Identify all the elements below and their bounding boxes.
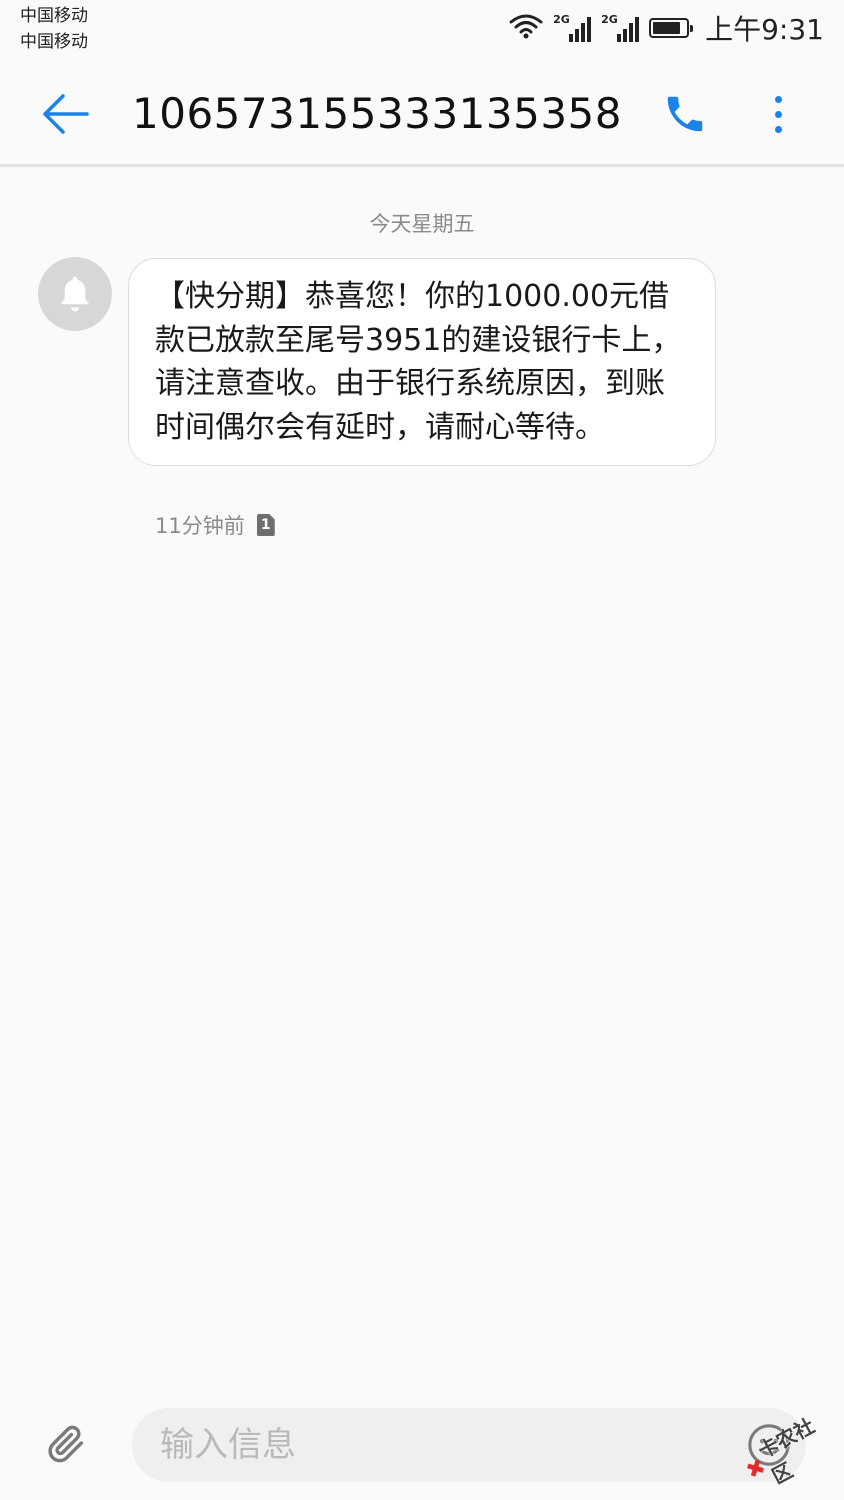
status-bar: 中国移动 中国移动 2G 2G 上午9:31	[0, 0, 844, 60]
conversation-header: 106573155333135358	[0, 60, 844, 167]
network-type-label: 2G	[553, 13, 570, 26]
emoji-button[interactable]	[744, 1420, 794, 1470]
paperclip-icon	[48, 1425, 84, 1463]
carrier-name-1: 中国移动	[20, 6, 88, 26]
bell-icon	[61, 276, 89, 312]
date-separator: 今天星期五	[369, 212, 475, 236]
emoji-icon	[748, 1424, 790, 1466]
network-type-label: 2G	[601, 13, 618, 26]
signal-icon: 2G	[553, 13, 592, 42]
back-button[interactable]	[36, 86, 96, 142]
contact-number-title: 106573155333135358	[132, 89, 622, 138]
message-input[interactable]	[132, 1408, 806, 1482]
call-button[interactable]	[655, 86, 715, 142]
attach-button[interactable]	[40, 1418, 92, 1470]
status-icons: 2G 2G 上午9:31	[509, 10, 824, 46]
more-options-button[interactable]	[752, 86, 804, 142]
message-meta: 11分钟前 1	[155, 510, 275, 540]
wifi-icon	[509, 13, 543, 43]
signal-icon: 2G	[601, 13, 640, 42]
sender-avatar[interactable]	[38, 257, 112, 331]
battery-icon	[649, 18, 694, 38]
message-bubble[interactable]: 【快分期】恭喜您！你的1000.00元借款已放款至尾号3951的建设银行卡上，请…	[128, 258, 716, 466]
more-dot	[774, 110, 782, 118]
battery-level	[653, 22, 681, 34]
more-vertical-icon	[774, 95, 782, 103]
status-time: 上午9:31	[705, 13, 824, 46]
sim-card-icon: 1	[256, 514, 275, 536]
carrier-name-2: 中国移动	[20, 32, 88, 52]
phone-icon	[667, 96, 703, 132]
more-dot	[774, 125, 782, 133]
back-arrow-icon	[43, 94, 89, 134]
message-timestamp: 11分钟前	[155, 514, 245, 538]
